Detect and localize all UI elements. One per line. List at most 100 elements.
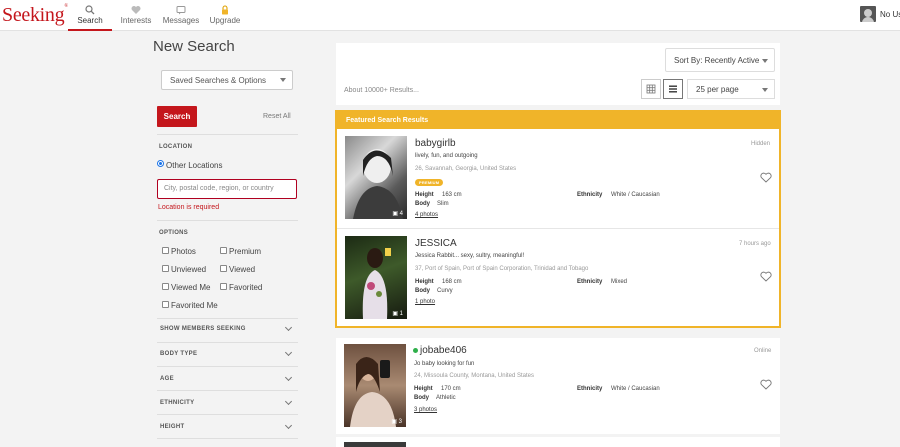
last-active-status: Hidden: [751, 141, 771, 147]
body-type-accordion[interactable]: BODY TYPE: [160, 351, 197, 357]
photo-count: ▣ 4: [392, 211, 403, 217]
photos-link[interactable]: 3 photos: [414, 407, 437, 413]
viewed-me-checkbox[interactable]: [162, 283, 169, 290]
height-accordion[interactable]: HEIGHT: [160, 424, 184, 430]
favorite-heart-icon[interactable]: [760, 172, 772, 183]
location-input[interactable]: City, postal code, region, or country: [157, 179, 297, 199]
seeking-logo[interactable]: Seeking®: [2, 4, 68, 27]
chevron-down-icon[interactable]: [284, 323, 293, 332]
body-value: Curvy: [437, 288, 453, 294]
profile-location: 26, Savannah, Georgia, United States: [415, 166, 517, 172]
user-avatar[interactable]: [860, 6, 876, 22]
ethnicity-accordion[interactable]: ETHNICITY: [160, 400, 194, 406]
photo-count-value: 4: [399, 211, 403, 217]
nav-search[interactable]: Search: [68, 0, 112, 31]
height-value: 168 cm: [442, 279, 462, 285]
logo-text: Seeking: [2, 4, 65, 26]
show-members-seeking-accordion[interactable]: SHOW MEMBERS SEEKING: [160, 326, 246, 332]
premium-option-label[interactable]: Premium: [229, 247, 261, 256]
ethnicity-label: Ethnicity: [577, 279, 603, 285]
photos-checkbox[interactable]: [162, 247, 169, 254]
online-indicator: [413, 348, 418, 353]
viewed-option-label[interactable]: Viewed: [229, 265, 255, 274]
chevron-down-icon: [280, 78, 286, 82]
nav-upgrade-label: Upgrade: [209, 16, 241, 25]
favorited-option-label[interactable]: Favorited: [229, 283, 262, 292]
per-page-dropdown[interactable]: 25 per page: [687, 79, 775, 99]
height-label: Height: [415, 192, 434, 198]
user-name[interactable]: No Us: [880, 10, 900, 19]
photo-count-value: 3: [398, 419, 402, 425]
profile-photo[interactable]: ▣ 3: [344, 344, 406, 427]
nav-messages-label: Messages: [162, 16, 200, 25]
grid-view-button[interactable]: [641, 79, 661, 99]
divider: [157, 366, 298, 367]
username[interactable]: jobabe406: [420, 345, 467, 356]
divider: [337, 228, 779, 229]
last-active-status: 7 hours ago: [739, 241, 771, 247]
favorited-me-option-label[interactable]: Favorited Me: [171, 301, 218, 310]
ethnicity-label: Ethnicity: [577, 192, 603, 198]
body-label: Body: [415, 288, 430, 294]
profile-location: 24, Missoula County, Montana, United Sta…: [414, 373, 534, 379]
chevron-down-icon[interactable]: [284, 397, 293, 406]
favorited-me-checkbox[interactable]: [162, 301, 169, 308]
search-button[interactable]: Search: [157, 106, 197, 127]
favorite-heart-icon[interactable]: [760, 271, 772, 282]
favorited-checkbox[interactable]: [220, 283, 227, 290]
body-value: Slim: [437, 201, 449, 207]
nav-messages[interactable]: Messages: [160, 0, 202, 31]
username[interactable]: babygirlb: [415, 138, 456, 149]
nav-interests[interactable]: Interests: [116, 0, 156, 31]
photos-link[interactable]: 4 photos: [415, 212, 438, 218]
ethnicity-label: Ethnicity: [577, 386, 603, 392]
favorite-heart-icon[interactable]: [760, 379, 772, 390]
chevron-down-icon[interactable]: [284, 421, 293, 430]
other-locations-radio[interactable]: [157, 160, 164, 167]
divider: [157, 318, 298, 319]
divider: [157, 342, 298, 343]
photos-option-label[interactable]: Photos: [171, 247, 196, 256]
list-view-button[interactable]: [663, 79, 683, 99]
location-error-message: Location is required: [158, 204, 220, 211]
search-icon: [85, 5, 95, 15]
body-value: Athletic: [436, 395, 456, 401]
chevron-down-icon[interactable]: [284, 348, 293, 357]
profile-photo[interactable]: ▣ 1: [345, 236, 407, 319]
chevron-down-icon: [762, 88, 768, 92]
saved-searches-dropdown[interactable]: Saved Searches & Options: [161, 70, 293, 90]
viewed-me-option-label[interactable]: Viewed Me: [171, 283, 210, 292]
options-section-label: OPTIONS: [159, 230, 189, 236]
unviewed-checkbox[interactable]: [162, 265, 169, 272]
heart-icon: [131, 6, 141, 14]
sort-dropdown[interactable]: Sort By: Recently Active: [665, 48, 775, 72]
page-title: New Search: [153, 38, 235, 55]
chevron-down-icon[interactable]: [284, 373, 293, 382]
lock-icon: [222, 5, 228, 15]
other-locations-label[interactable]: Other Locations: [166, 161, 222, 170]
username[interactable]: JESSICA: [415, 238, 457, 249]
viewed-checkbox[interactable]: [220, 265, 227, 272]
body-label: Body: [414, 395, 429, 401]
photos-link[interactable]: 1 photo: [415, 299, 435, 305]
divider: [157, 390, 298, 391]
top-navigation-bar: Seeking® Search Interests Messages Upgra…: [0, 0, 900, 31]
premium-checkbox[interactable]: [220, 247, 227, 254]
reset-all-link[interactable]: Reset All: [263, 113, 291, 120]
ethnicity-value: White / Caucasian: [611, 386, 660, 392]
nav-upgrade[interactable]: Upgrade: [206, 0, 244, 31]
height-label: Height: [415, 279, 434, 285]
featured-results-header: Featured Search Results: [337, 112, 779, 129]
age-accordion[interactable]: AGE: [160, 376, 174, 382]
photo-count-value: 1: [399, 311, 403, 317]
unviewed-option-label[interactable]: Unviewed: [171, 265, 206, 274]
profile-photo[interactable]: ▣ 4: [345, 136, 407, 219]
profile-photo[interactable]: [344, 442, 406, 447]
profile-tagline: Jessica Rabbit... sexy, sultry, meaningf…: [415, 253, 525, 259]
location-input-placeholder: City, postal code, region, or country: [164, 185, 274, 192]
photo-silhouette: [362, 248, 391, 319]
location-section-label: LOCATION: [159, 144, 193, 150]
nav-search-label: Search: [77, 16, 103, 25]
profile-tagline: Jo baby looking for fun: [414, 361, 475, 367]
divider: [157, 134, 298, 135]
